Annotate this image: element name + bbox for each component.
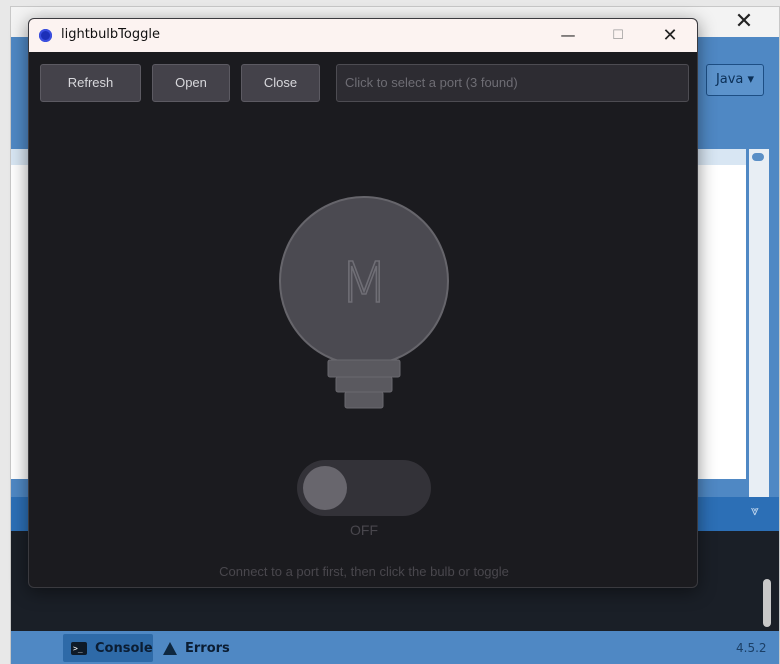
bulb-base-top [327, 359, 401, 378]
power-toggle[interactable] [297, 460, 431, 516]
ide-mode-selector[interactable]: Java ▾ [706, 64, 764, 96]
ide-console-scrollbar[interactable] [763, 579, 771, 627]
bulb-base-bottom [344, 391, 384, 409]
bulb-glyph: M [340, 251, 388, 316]
version-label: 4.5.2 [736, 641, 767, 655]
tab-console[interactable]: >_ Console [63, 634, 153, 662]
ide-editor-scrollbar[interactable] [749, 149, 769, 499]
ide-close-icon[interactable]: ✕ [731, 9, 757, 35]
tab-errors-label: Errors [185, 640, 230, 656]
tab-errors[interactable]: Errors [163, 634, 230, 662]
tab-console-label: Console [95, 640, 153, 656]
filter-icon[interactable]: ⩔ [751, 503, 759, 519]
ide-editor-scroll-thumb[interactable] [752, 153, 764, 161]
sketch-window: lightbulbToggle — ☐ ✕ Refresh Open Close… [28, 18, 698, 588]
terminal-icon: >_ [71, 641, 87, 655]
instruction-text: Connect to a port first, then click the … [219, 564, 509, 579]
warning-icon [163, 641, 177, 655]
toggle-state-label: OFF [350, 522, 378, 538]
toggle-knob[interactable] [303, 466, 347, 510]
bulb-base-middle [335, 376, 393, 393]
